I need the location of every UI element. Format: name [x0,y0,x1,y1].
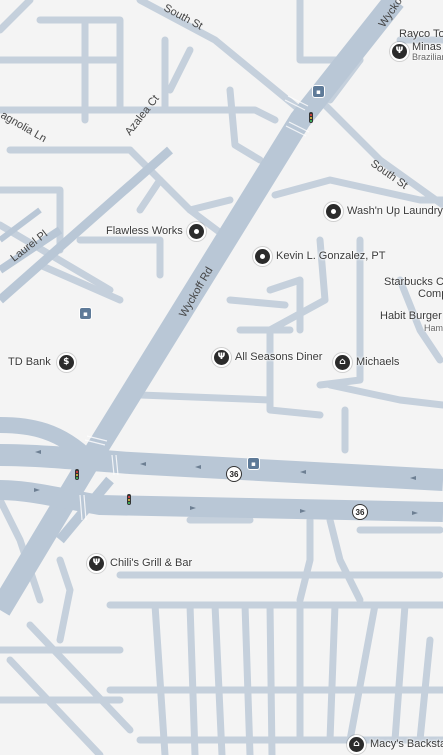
poi-chilis[interactable]: Ψ Chili's Grill & Bar [87,554,192,573]
poi-starbucks[interactable]: Starbucks Co Comp [384,276,443,300]
road-label-magnolia-ln: agnolia Ln [0,109,48,145]
bus-stop-icon[interactable]: ▪ [79,307,92,320]
street-network: South St Wyckoff Azalea Ct agnolia Ln La… [0,0,443,755]
poi-flawless-label: Flawless Works [106,225,183,238]
poi-minas[interactable]: Ψ Minas G Brazilian [390,41,443,63]
poi-all-seasons-diner[interactable]: Ψ All Seasons Diner [212,348,322,367]
poi-starbucks-label-2: Comp [418,288,443,300]
poi-kevin-label: Kevin L. Gonzalez, PT [276,250,386,263]
bank-icon: $ [56,353,76,372]
bus-stop-icon[interactable]: ▪ [312,85,325,98]
poi-chilis-label: Chili's Grill & Bar [110,557,193,570]
bus-stop-icon[interactable]: ▪ [247,457,260,470]
traffic-light-icon [127,494,131,505]
poi-td-bank-label: TD Bank [8,356,51,369]
restaurant-icon: Ψ [390,42,409,62]
poi-habit-burger[interactable]: Habit Burger & Hamb [380,310,443,334]
poi-michaels-label: Michaels [356,356,400,369]
poi-td-bank[interactable]: TD Bank $ [8,353,76,372]
poi-all-seasons-label: All Seasons Diner [235,351,323,364]
map-pin-icon [324,202,343,221]
map-pin-icon [186,222,206,241]
poi-michaels[interactable]: ⌂ Michaels [333,353,399,372]
poi-kevin-gonzalez[interactable]: Kevin L. Gonzalez, PT [253,247,385,266]
restaurant-icon: Ψ [87,554,106,573]
map-canvas[interactable]: South St Wyckoff Azalea Ct agnolia Ln La… [0,0,443,755]
traffic-light-icon [309,112,313,123]
traffic-light-icon [75,469,79,480]
poi-habit-sub: Hamb [424,323,443,333]
restaurant-icon: Ψ [212,348,231,367]
poi-flawless-works[interactable]: Flawless Works [106,222,206,241]
shopping-bag-icon: ⌂ [347,735,366,754]
poi-washn-up-label: Wash'n Up Laundry [347,205,443,218]
poi-minas-sub: Brazilian [412,52,443,63]
poi-starbucks-label: Starbucks Co [384,276,443,288]
map-pin-icon [253,247,272,266]
poi-rayco[interactable]: Rayco Tot [399,28,443,40]
road-label-azalea-ct: Azalea Ct [123,93,162,138]
shopping-bag-icon: ⌂ [333,353,352,372]
minor-streets [0,0,443,755]
route-36-shield: 36 [352,504,368,520]
poi-macys-label: Macy's Backstag [370,738,443,751]
poi-habit-label: Habit Burger & [380,310,443,322]
poi-macys-backstage[interactable]: ⌂ Macy's Backstag [347,735,443,754]
poi-washn-up-laundry[interactable]: Wash'n Up Laundry [324,202,443,221]
route-36-shield: 36 [226,466,242,482]
